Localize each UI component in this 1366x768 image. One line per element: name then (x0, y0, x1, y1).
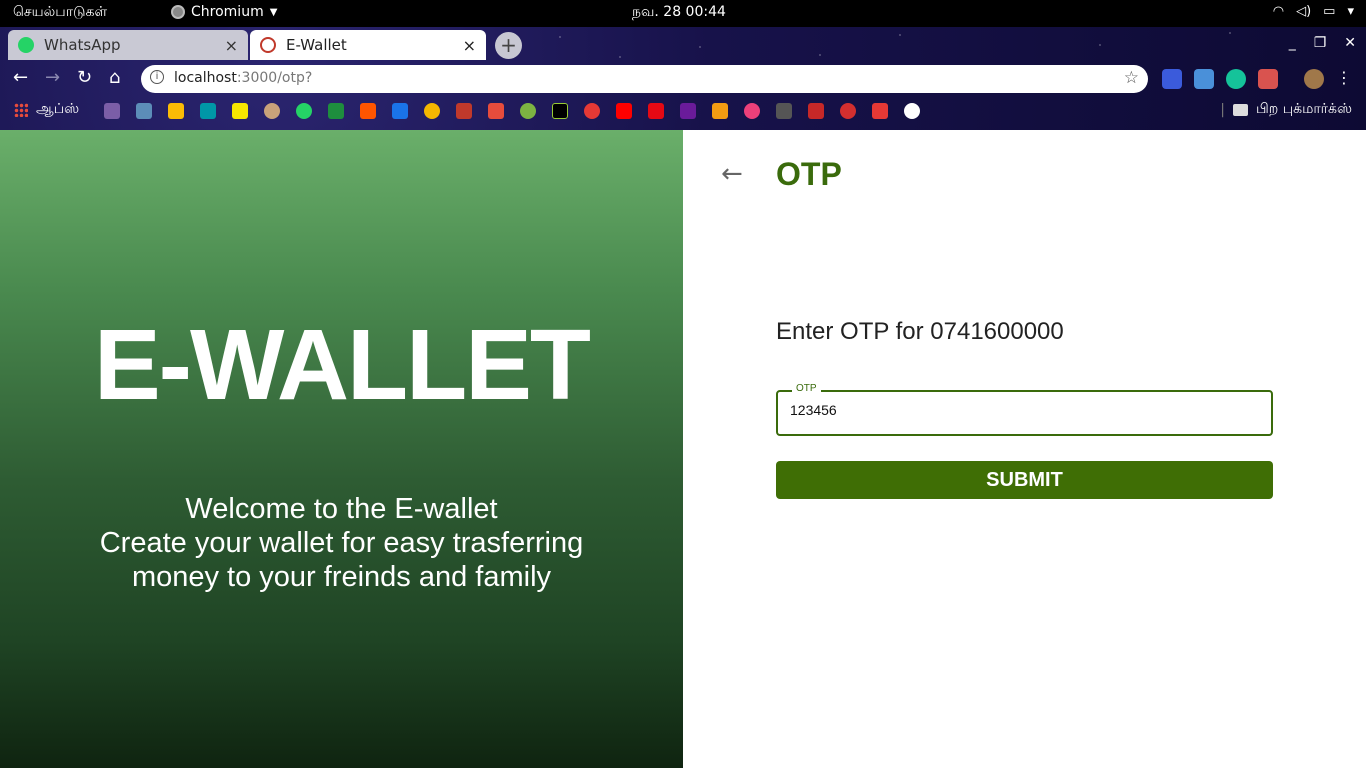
welcome-line: Create your wallet for easy trasferring (99, 527, 584, 559)
otp-input[interactable] (790, 402, 1250, 418)
bookmark-star-icon[interactable]: ☆ (1124, 68, 1139, 88)
apps-label: ஆப்ஸ் (36, 101, 80, 117)
activities-button[interactable]: செயல்பாடுகள் (13, 4, 107, 22)
google-ads-icon[interactable] (168, 103, 184, 119)
bookmark-icon[interactable] (424, 103, 440, 119)
bookmark-icon[interactable] (488, 103, 504, 119)
bookmark-icons (104, 103, 920, 119)
tab-strip: WhatsApp × E-Wallet × + _ ❐ ✕ (0, 27, 1366, 63)
minimize-icon[interactable]: _ (1289, 35, 1296, 51)
tab-whatsapp[interactable]: WhatsApp × (8, 30, 248, 60)
whatsapp-icon[interactable] (296, 103, 312, 119)
page-title: OTP (776, 156, 842, 192)
bookmark-icon[interactable] (712, 103, 728, 119)
bookmark-icon[interactable] (808, 103, 824, 119)
bookmark-icon[interactable] (104, 103, 120, 119)
submit-button[interactable]: SUBMIT (776, 461, 1273, 499)
battery-icon: ▭ (1323, 4, 1336, 19)
wifi-icon: ◠ (1272, 4, 1285, 19)
chevron-down-icon: ▼ (269, 6, 278, 18)
power-menu-icon: ▾ (1347, 4, 1354, 19)
close-window-icon[interactable]: ✕ (1344, 35, 1356, 51)
extension-icon[interactable] (1162, 69, 1182, 89)
clock[interactable]: நவ. 28 00:44 (632, 4, 726, 22)
welcome-line: Welcome to the E-wallet (185, 493, 498, 525)
page-content: E-WALLET Welcome to the E-wallet Create … (0, 130, 1366, 768)
bookmark-icon[interactable] (392, 103, 408, 119)
react-icon (260, 37, 276, 53)
google-icon[interactable] (904, 103, 920, 119)
bookmark-icon[interactable] (328, 103, 344, 119)
bookmark-icon[interactable] (264, 103, 280, 119)
other-bookmarks[interactable]: | பிற புக்மார்க்ஸ் (1220, 101, 1352, 119)
bookmark-icon[interactable] (840, 103, 856, 119)
bookmark-icon[interactable] (136, 103, 152, 119)
reload-icon[interactable]: ↻ (77, 67, 92, 88)
extension-icon[interactable] (1258, 69, 1278, 89)
other-bookmarks-label: பிற புக்மார்க்ஸ் (1255, 101, 1352, 117)
arrow-left-icon[interactable]: ← (721, 159, 743, 189)
soundcloud-icon[interactable] (360, 103, 376, 119)
voot-icon[interactable] (680, 103, 696, 119)
maximize-icon[interactable]: ❐ (1314, 35, 1327, 51)
forward-icon[interactable]: → (45, 67, 60, 88)
status-area[interactable]: ◠ ◁) ▭ ▾ (1273, 4, 1354, 19)
folder-icon (1232, 104, 1248, 116)
new-tab-button[interactable]: + (495, 32, 522, 59)
apps-grid-icon (14, 103, 28, 117)
bookmark-icon[interactable] (744, 103, 760, 119)
app-menu-label: Chromium (191, 4, 264, 20)
home-icon[interactable]: ⌂ (109, 67, 120, 88)
browser-frame: WhatsApp × E-Wallet × + _ ❐ ✕ ← → ↻ ⌂ i … (0, 27, 1366, 130)
extension-icon[interactable] (1194, 69, 1214, 89)
apps-shortcut[interactable]: ஆப்ஸ் (14, 101, 79, 119)
bookmark-icon[interactable] (232, 103, 248, 119)
site-info-icon[interactable]: i (150, 70, 164, 84)
kebab-menu-icon[interactable]: ⋮ (1336, 69, 1352, 89)
otp-panel: ← OTP Enter OTP for 0741600000 OTP SUBMI… (683, 130, 1366, 768)
otp-field: OTP (776, 383, 1273, 436)
bing-icon[interactable] (200, 103, 216, 119)
udemy-icon[interactable] (456, 103, 472, 119)
bookmark-icon[interactable] (552, 103, 568, 119)
extension-icons: ⋮ (1162, 69, 1352, 89)
system-top-bar: செயல்பாடுகள் Chromium ▼ நவ. 28 00:44 ◠ ◁… (0, 0, 1366, 27)
youtube-icon[interactable] (616, 103, 632, 119)
back-icon[interactable]: ← (13, 67, 28, 88)
address-bar[interactable]: i localhost:3000/otp? ☆ (141, 65, 1148, 93)
browser-toolbar: ← → ↻ ⌂ i localhost:3000/otp? ☆ ⋮ (0, 63, 1366, 95)
window-controls: _ ❐ ✕ (1289, 35, 1356, 51)
bookmark-icon[interactable] (520, 103, 536, 119)
brand-title: E-WALLET (93, 309, 591, 421)
close-icon[interactable]: × (225, 36, 238, 55)
grammarly-icon[interactable] (1226, 69, 1246, 89)
hero-panel: E-WALLET Welcome to the E-wallet Create … (0, 130, 683, 768)
url-text: localhost:3000/otp? (174, 70, 313, 86)
close-icon[interactable]: × (463, 36, 476, 55)
avatar[interactable] (1304, 69, 1324, 89)
otp-prompt: Enter OTP for 0741600000 (776, 318, 1064, 345)
netflix-icon[interactable] (648, 103, 664, 119)
welcome-line: money to your freinds and family (131, 561, 552, 593)
bookmark-icon[interactable] (872, 103, 888, 119)
app-menu[interactable]: Chromium ▼ (171, 4, 277, 20)
volume-icon: ◁) (1296, 4, 1312, 19)
bookmarks-bar: ஆப்ஸ் | பிற புக்மார்க்ஸ் (0, 97, 1366, 127)
bookmark-icon[interactable] (776, 103, 792, 119)
tab-title: E-Wallet (286, 36, 347, 54)
otp-field-label: OTP (792, 383, 821, 394)
whatsapp-icon (18, 37, 34, 53)
tab-title: WhatsApp (44, 36, 121, 54)
tab-e-wallet[interactable]: E-Wallet × (250, 30, 486, 60)
youtube-music-icon[interactable] (584, 103, 600, 119)
chromium-icon (171, 5, 185, 19)
welcome-text: Welcome to the E-wallet Create your wall… (40, 492, 643, 594)
